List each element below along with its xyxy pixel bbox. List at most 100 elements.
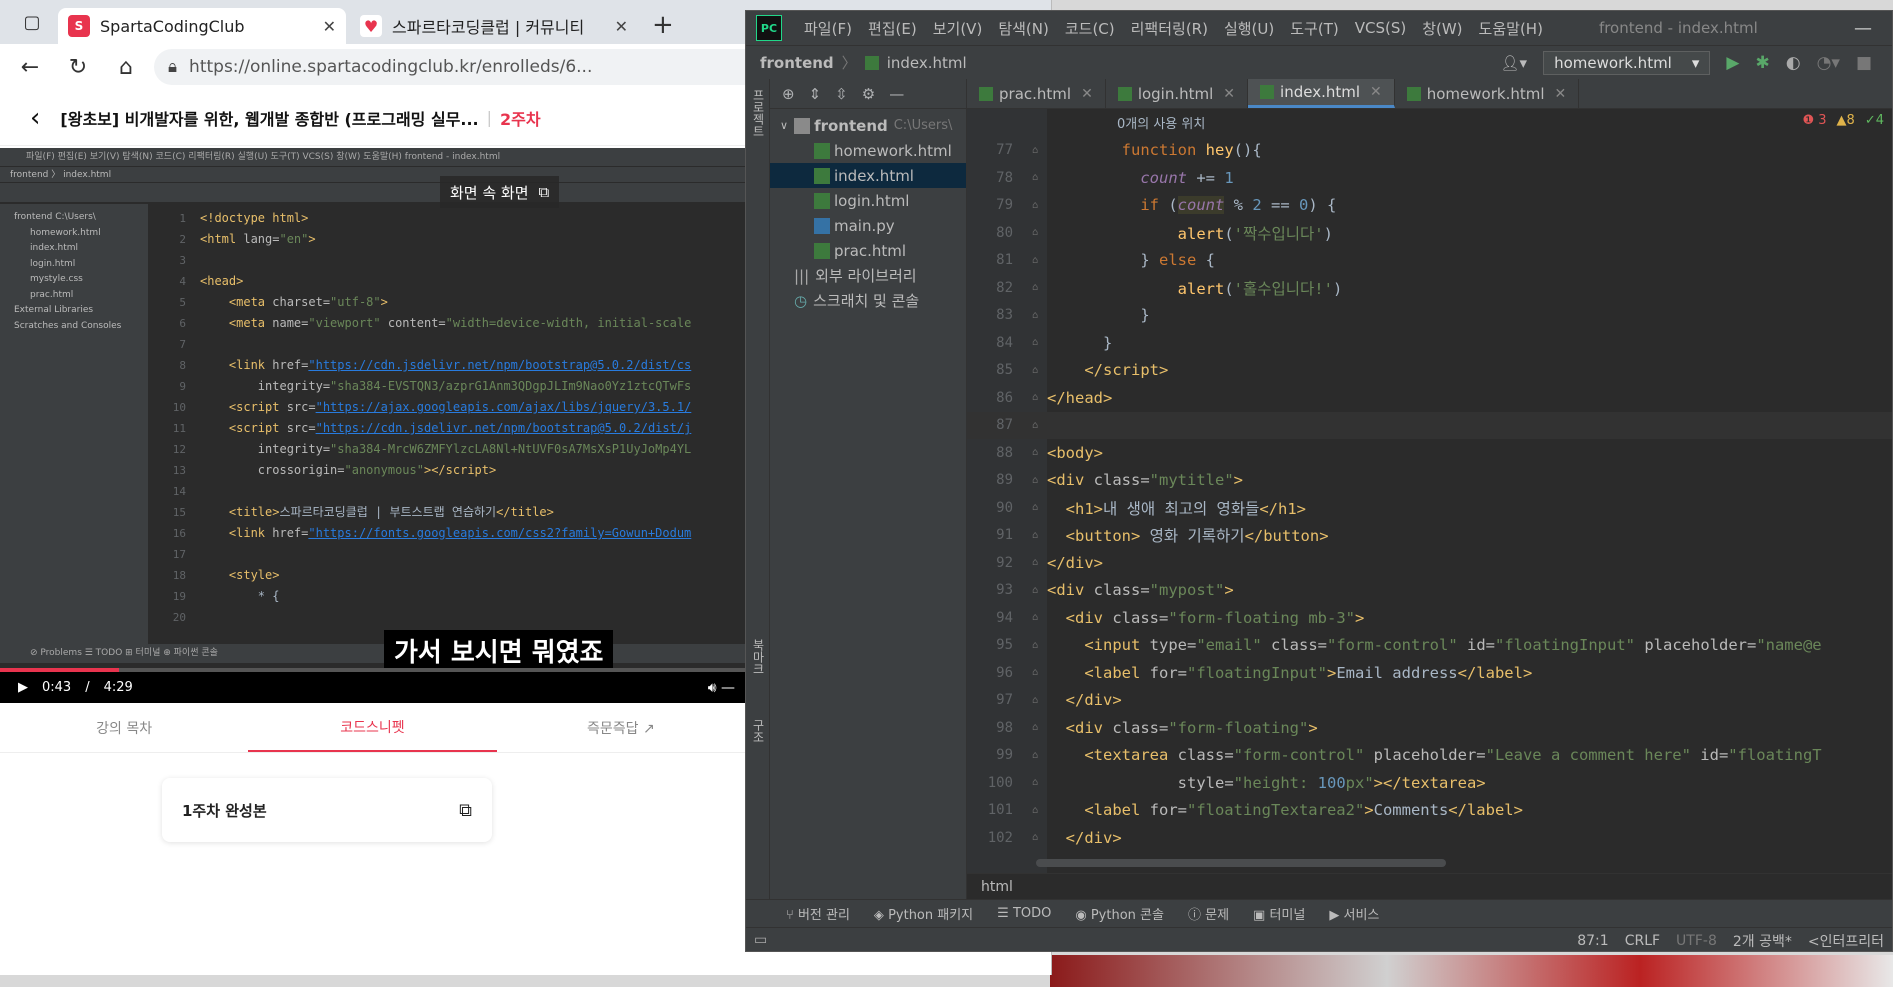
volume-icon[interactable]: 🔊︎ — bbox=[708, 680, 735, 696]
code-line[interactable]: 92 ⌂ </div> bbox=[967, 549, 1892, 577]
snippet-card[interactable]: 1주차 완성본 ⧉ bbox=[162, 778, 492, 842]
fold-icon[interactable]: ⌂ bbox=[1023, 475, 1047, 486]
tab-actions-icon[interactable]: ▢ bbox=[6, 0, 58, 44]
code-line[interactable]: 90 ⌂ <h1>내 생애 최고의 영화들</h1> bbox=[967, 494, 1892, 522]
fold-icon[interactable]: ⌂ bbox=[1023, 667, 1047, 678]
home-icon[interactable]: ⌂ bbox=[106, 47, 146, 87]
close-tab-icon[interactable]: ✕ bbox=[1370, 84, 1382, 100]
code-area[interactable]: 0개의 사용 위치 77 ⌂ function hey(){78 ⌂ count +… bbox=[967, 109, 1892, 852]
tool-window-button[interactable]: ▶ 서비스 bbox=[1329, 904, 1379, 923]
fold-icon[interactable]: ⌂ bbox=[1023, 530, 1047, 541]
breadcrumb-file[interactable]: index.html bbox=[887, 54, 967, 72]
fold-icon[interactable]: ⌂ bbox=[1023, 200, 1047, 211]
external-libraries[interactable]: ||| 외부 라이브러리 bbox=[770, 263, 966, 288]
video-player[interactable]: 파일(F) 편집(E) 보기(V) 탐색(N) 코드(C) 리팩터링(R) 실행… bbox=[0, 148, 745, 703]
menu-refactor[interactable]: 리팩터링(R) bbox=[1123, 18, 1216, 39]
run-config-select[interactable]: homework.html ▾ bbox=[1543, 50, 1711, 75]
tab-lecture-list[interactable]: 강의 목차 bbox=[0, 703, 248, 752]
fold-icon[interactable]: ⌂ bbox=[1023, 310, 1047, 321]
menu-view[interactable]: 보기(V) bbox=[925, 18, 991, 39]
run-icon[interactable]: ▶ bbox=[1726, 53, 1739, 73]
gear-icon[interactable]: ⚙ bbox=[862, 85, 875, 103]
fold-icon[interactable]: ⌂ bbox=[1023, 227, 1047, 238]
code-line[interactable]: 102 ⌂ </div> bbox=[967, 824, 1892, 852]
menu-help[interactable]: 도움말(H) bbox=[1471, 18, 1551, 39]
breadcrumb-project[interactable]: frontend bbox=[760, 54, 834, 72]
close-tab-icon[interactable]: ✕ bbox=[1081, 86, 1093, 102]
tree-file-item[interactable]: main.py bbox=[770, 213, 966, 238]
debug-icon[interactable]: ✱ bbox=[1755, 53, 1769, 73]
fold-icon[interactable]: ⌂ bbox=[1023, 557, 1047, 568]
browser-tab-sparta[interactable]: S SpartaCodingClub ✕ bbox=[58, 8, 346, 44]
code-line[interactable]: 85 ⌂ </script> bbox=[967, 357, 1892, 385]
interpreter[interactable]: <인터프리터 bbox=[1808, 931, 1884, 951]
collapse-all-icon[interactable]: ⇳ bbox=[835, 85, 848, 103]
fold-icon[interactable]: ⌂ bbox=[1023, 750, 1047, 761]
minimize-icon[interactable]: — bbox=[1854, 18, 1892, 39]
code-line[interactable]: 91 ⌂ <button> 영화 기록하기</button> bbox=[967, 522, 1892, 550]
code-line[interactable]: 86 ⌂ </head> bbox=[967, 384, 1892, 412]
fold-icon[interactable]: ⌂ bbox=[1023, 172, 1047, 183]
fold-icon[interactable]: ⌂ bbox=[1023, 640, 1047, 651]
fold-icon[interactable]: ⌂ bbox=[1023, 365, 1047, 376]
editor-tab[interactable]: homework.html ✕ bbox=[1395, 79, 1580, 108]
profile-icon[interactable]: ◔▾ bbox=[1817, 53, 1840, 73]
fold-icon[interactable]: ⌂ bbox=[1023, 777, 1047, 788]
fold-icon[interactable]: ⌂ bbox=[1023, 832, 1047, 843]
fold-icon[interactable]: ⌂ bbox=[1023, 695, 1047, 706]
stop-icon[interactable]: ■ bbox=[1856, 53, 1872, 73]
tab-code-snippet[interactable]: 코드스니펫 bbox=[248, 703, 497, 752]
code-editor[interactable]: ❶ 3 ▲8 ✓4 0개의 사용 위치 77 ⌂ function hey(){7… bbox=[967, 109, 1892, 873]
code-line[interactable]: 83 ⌂ } bbox=[967, 302, 1892, 330]
picture-in-picture-button[interactable]: 화면 속 화면 ⧉ bbox=[440, 176, 560, 208]
close-tab-icon[interactable]: ✕ bbox=[1223, 86, 1235, 102]
fold-icon[interactable]: ⌂ bbox=[1023, 447, 1047, 458]
fold-icon[interactable]: ⌂ bbox=[1023, 722, 1047, 733]
fold-icon[interactable]: ⌂ bbox=[1023, 420, 1047, 431]
code-line[interactable]: 84 ⌂ } bbox=[967, 329, 1892, 357]
tool-window-button[interactable]: ⓘ 문제 bbox=[1188, 904, 1229, 923]
file-encoding[interactable]: UTF-8 bbox=[1676, 933, 1717, 949]
fold-icon[interactable]: ⌂ bbox=[1023, 612, 1047, 623]
select-opened-file-icon[interactable]: ⊕ bbox=[782, 85, 795, 103]
code-line[interactable]: 89 ⌂ <div class="mytitle"> bbox=[967, 467, 1892, 495]
code-line[interactable]: 101 ⌂ <label for="floatingTextarea2">Comm… bbox=[967, 797, 1892, 825]
tool-window-button[interactable]: ⑂ 버전 관리 bbox=[786, 904, 850, 923]
reload-icon[interactable]: ↻ bbox=[58, 47, 98, 87]
expand-all-icon[interactable]: ⇕ bbox=[809, 85, 822, 103]
tool-window-button[interactable]: ▣ 터미널 bbox=[1253, 904, 1305, 923]
tool-window-button[interactable]: ◉ Python 콘솔 bbox=[1075, 904, 1164, 923]
new-tab-button[interactable]: + bbox=[642, 8, 684, 44]
code-line[interactable]: 93 ⌂ <div class="mypost"> bbox=[967, 577, 1892, 605]
code-line[interactable]: 95 ⌂ <input type="email" class="form-cont… bbox=[967, 632, 1892, 660]
hide-icon[interactable]: — bbox=[889, 85, 904, 103]
chevron-left-icon[interactable]: ‹ bbox=[30, 103, 40, 133]
close-tab-icon[interactable]: ✕ bbox=[1555, 86, 1567, 102]
cursor-position[interactable]: 87:1 bbox=[1577, 933, 1608, 949]
code-line[interactable]: 97 ⌂ </div> bbox=[967, 687, 1892, 715]
menu-navigate[interactable]: 탐색(N) bbox=[990, 18, 1057, 39]
editor-tab[interactable]: prac.html ✕ bbox=[967, 79, 1106, 108]
lock-icon[interactable]: 🔒︎ bbox=[168, 57, 177, 77]
menu-window[interactable]: 창(W) bbox=[1414, 18, 1470, 39]
structure-tool-label[interactable]: 구조 bbox=[750, 719, 767, 743]
back-arrow-icon[interactable]: ← bbox=[10, 47, 50, 87]
menu-tools[interactable]: 도구(T) bbox=[1282, 18, 1346, 39]
browser-tab-community[interactable]: ♥ 스파르타코딩클럽 | 커뮤니티 ✕ bbox=[350, 8, 638, 44]
tool-window-button[interactable]: ◈ Python 패키지 bbox=[874, 904, 973, 923]
code-line[interactable]: 82 ⌂ alert('홀수입니다!') bbox=[967, 274, 1892, 302]
project-tool-label[interactable]: 프로젝트 bbox=[750, 89, 767, 137]
code-line[interactable]: 78 ⌂ count += 1 bbox=[967, 164, 1892, 192]
code-line[interactable]: 79 ⌂ if (count % 2 == 0) { bbox=[967, 192, 1892, 220]
horizontal-scrollbar[interactable] bbox=[1036, 859, 1446, 867]
code-line[interactable]: 80 ⌂ alert('짝수입니다') bbox=[967, 219, 1892, 247]
play-icon[interactable]: ▶ bbox=[18, 680, 28, 695]
code-line[interactable]: 81 ⌂ } else { bbox=[967, 247, 1892, 275]
inspection-widget[interactable]: ❶ 3 ▲8 ✓4 bbox=[1802, 113, 1884, 128]
menu-edit[interactable]: 편집(E) bbox=[860, 18, 925, 39]
tree-file-item[interactable]: login.html bbox=[770, 188, 966, 213]
bookmarks-tool-label[interactable]: 북마크 bbox=[750, 639, 767, 675]
fold-icon[interactable]: ⌂ bbox=[1023, 145, 1047, 156]
fold-icon[interactable]: ⌂ bbox=[1023, 805, 1047, 816]
coverage-icon[interactable]: ◐ bbox=[1786, 53, 1801, 73]
